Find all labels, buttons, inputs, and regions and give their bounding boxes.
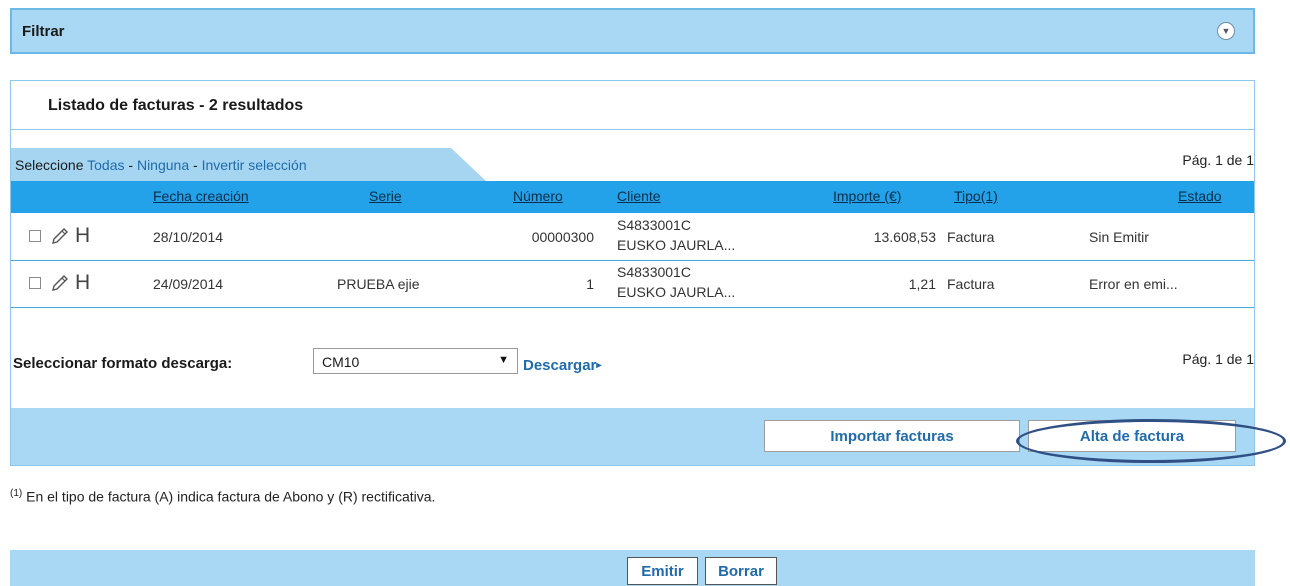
column-header-tipo[interactable]: Tipo(1)	[954, 188, 998, 204]
selection-prefix: Seleccione	[15, 157, 88, 173]
history-h-icon[interactable]: H	[75, 225, 90, 247]
cell-importe: 13.608,53	[873, 229, 936, 245]
page-indicator-top: Pág. 1 de 1	[1182, 152, 1254, 168]
chevron-down-circle-icon[interactable]: ▼	[1217, 22, 1235, 40]
column-header-cliente[interactable]: Cliente	[617, 188, 661, 204]
select-none-link[interactable]: Ninguna	[137, 157, 189, 173]
filter-bar[interactable]: Filtrar ▼	[10, 8, 1255, 54]
cell-estado: Sin Emitir	[1089, 229, 1149, 245]
table-row: H 24/09/2014 PRUEBA ejie 1 S4833001C EUS…	[11, 261, 1254, 308]
cell-numero: 1	[586, 276, 594, 292]
cell-tipo: Factura	[947, 276, 995, 292]
cell-cliente-nif: S4833001C	[617, 217, 691, 233]
selection-controls: Seleccione Todas - Ninguna - Invertir se…	[15, 157, 307, 173]
column-header-fecha[interactable]: Fecha creación	[153, 188, 249, 204]
cell-cliente-nombre: EUSKO JAURLA...	[617, 284, 736, 300]
row-checkbox[interactable]	[29, 277, 41, 289]
column-header-numero[interactable]: Número	[513, 188, 563, 204]
import-invoices-button[interactable]: Importar facturas	[764, 420, 1020, 452]
bottom-action-bar: Emitir Borrar	[10, 550, 1255, 586]
download-link[interactable]: Descargar▸	[523, 357, 601, 374]
download-link-label: Descargar	[523, 357, 597, 374]
download-row: Seleccionar formato descarga: CM10 ▼ Des…	[11, 343, 1254, 383]
format-selected-value: CM10	[322, 354, 360, 370]
column-header-serie[interactable]: Serie	[369, 188, 402, 204]
emit-button[interactable]: Emitir	[627, 557, 698, 585]
invert-selection-link[interactable]: Invertir selección	[202, 157, 307, 173]
separator: -	[124, 157, 137, 173]
download-format-select[interactable]: CM10 ▼	[313, 348, 518, 374]
pencil-icon[interactable]	[49, 225, 71, 247]
cell-importe: 1,21	[908, 276, 936, 292]
filter-title: Filtrar	[22, 23, 65, 40]
table-header: Fecha creación Serie Número Cliente Impo…	[11, 181, 1254, 213]
download-format-label: Seleccionar formato descarga:	[13, 355, 233, 372]
divider	[11, 129, 1254, 130]
row-checkbox[interactable]	[29, 230, 41, 242]
footnote-text: En el tipo de factura (A) indica factura…	[22, 488, 436, 505]
actions-bar: Importar facturas Alta de factura	[11, 408, 1254, 465]
cell-numero: 00000300	[531, 229, 594, 245]
cell-serie: PRUEBA ejie	[337, 276, 420, 292]
page-indicator-bottom: Pág. 1 de 1	[1182, 351, 1254, 367]
footnote-marker: (1)	[10, 488, 23, 499]
results-title: Listado de facturas - 2 resultados	[48, 97, 304, 114]
separator: -	[189, 157, 202, 173]
table-row: H 28/10/2014 00000300 S4833001C EUSKO JA…	[11, 214, 1254, 261]
footnote: (1) En el tipo de factura (A) indica fac…	[10, 488, 435, 505]
delete-button[interactable]: Borrar	[705, 557, 777, 585]
cell-tipo: Factura	[947, 229, 995, 245]
column-header-importe[interactable]: Importe (€)	[833, 188, 901, 204]
pencil-icon[interactable]	[49, 272, 71, 294]
cell-cliente-nombre: EUSKO JAURLA...	[617, 237, 736, 253]
dropdown-caret-icon: ▼	[498, 354, 509, 366]
cell-cliente-nif: S4833001C	[617, 264, 691, 280]
cell-fecha: 24/09/2014	[153, 276, 224, 292]
cell-estado: Error en emi...	[1089, 276, 1178, 292]
select-all-link[interactable]: Todas	[87, 157, 124, 173]
new-invoice-button[interactable]: Alta de factura	[1028, 420, 1236, 452]
cell-fecha: 28/10/2014	[153, 229, 224, 245]
triangle-right-icon: ▸	[596, 360, 602, 371]
history-h-icon[interactable]: H	[75, 272, 90, 294]
results-panel: Listado de facturas - 2 resultados Selec…	[10, 80, 1255, 466]
column-header-estado[interactable]: Estado	[1178, 188, 1222, 204]
